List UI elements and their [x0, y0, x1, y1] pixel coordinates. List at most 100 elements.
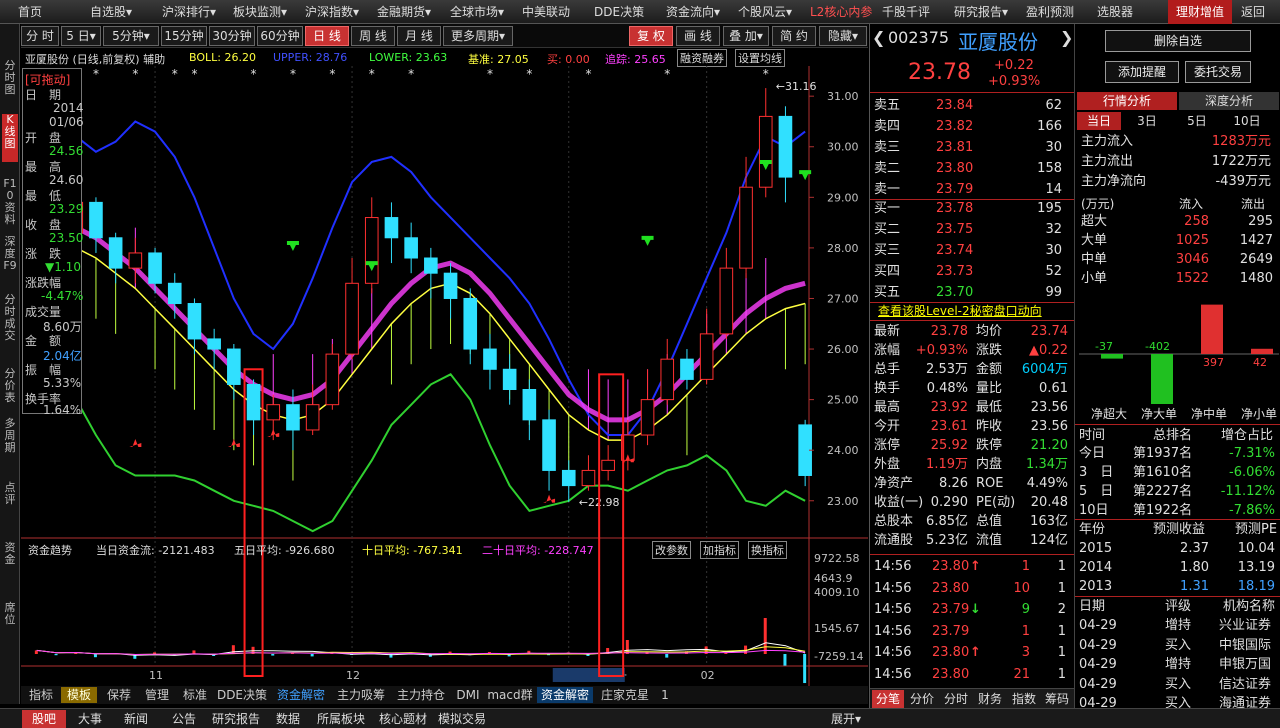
- period-5min[interactable]: 5分钟▾: [103, 26, 159, 46]
- menu-watchlist[interactable]: 自选股▾: [90, 0, 132, 24]
- tab-today[interactable]: 当日: [1077, 112, 1121, 130]
- menu-screener[interactable]: 选股器: [1097, 0, 1133, 24]
- tab-comment[interactable]: 点评: [2, 482, 18, 510]
- menu-stock-review[interactable]: 千股千评: [882, 0, 930, 24]
- nav-sector[interactable]: 所属板块: [312, 710, 370, 728]
- overlay-button[interactable]: 叠 加▾: [723, 26, 769, 46]
- star-marker-icon: *: [526, 67, 532, 81]
- tab-seats[interactable]: 席位: [2, 602, 18, 630]
- period-15min[interactable]: 15分钟: [161, 26, 207, 46]
- ind-tab-dealer[interactable]: 庄家克星: [597, 687, 653, 703]
- tab-index[interactable]: 指数: [1008, 690, 1040, 708]
- period-weekly[interactable]: 周 线: [351, 26, 395, 46]
- tab-3day[interactable]: 3日: [1125, 112, 1169, 130]
- ind-tab-holding[interactable]: 主力持仓: [393, 687, 449, 703]
- nav-research[interactable]: 研究报告: [208, 710, 264, 728]
- tab-price-split[interactable]: 分价: [906, 690, 938, 708]
- tab-5day[interactable]: 5日: [1175, 112, 1219, 130]
- next-stock-icon[interactable]: ❯: [1060, 28, 1073, 47]
- kline-chart[interactable]: 31.00 30.00 29.00 28.00 27.00 26.00 25.00 24.00…: [21, 66, 868, 686]
- nav-core-theme[interactable]: 核心题材: [374, 710, 432, 728]
- menu-l2-core[interactable]: L2核心内参: [810, 0, 872, 24]
- level2-link[interactable]: 查看该股Level-2秘密盘口动向: [878, 302, 1042, 319]
- period-monthly[interactable]: 月 线: [397, 26, 441, 46]
- ind-tab-absorb[interactable]: 主力吸筹: [333, 687, 389, 703]
- period-5day[interactable]: 5 日▾: [61, 26, 101, 46]
- expand-button[interactable]: 展开▾: [824, 710, 868, 728]
- ind-tab-capital-decode[interactable]: 资金解密: [273, 687, 329, 703]
- ind-tab-capital-decode-2[interactable]: 资金解密: [537, 687, 593, 703]
- change-param-button[interactable]: 改参数: [652, 541, 691, 559]
- nav-data[interactable]: 数据: [270, 710, 306, 728]
- add-indicator-button[interactable]: 加指标: [700, 541, 739, 559]
- tab-market-analysis[interactable]: 行情分析: [1077, 92, 1177, 110]
- tab-chips[interactable]: 筹码: [1042, 690, 1072, 708]
- ind-tab-dmi[interactable]: DMI: [453, 687, 483, 703]
- tab-f10[interactable]: F10资料: [2, 178, 18, 228]
- ind-tab-template[interactable]: 模板: [61, 687, 97, 703]
- menu-wealth[interactable]: 理财增值: [1168, 0, 1232, 24]
- trade-order-button[interactable]: 委托交易: [1185, 61, 1251, 83]
- candle-body: [581, 469, 596, 487]
- nav-events[interactable]: 大事: [70, 710, 110, 728]
- ind-tab-manage[interactable]: 管理: [139, 687, 175, 703]
- period-30min[interactable]: 30分钟: [209, 26, 255, 46]
- nav-sim-trade[interactable]: 模拟交易: [434, 710, 490, 728]
- menu-futures[interactable]: 金融期货▾: [377, 0, 431, 24]
- tab-depth-f9[interactable]: 深度F9: [2, 236, 18, 280]
- ind-tab-indicator[interactable]: 指标: [23, 687, 59, 703]
- period-daily[interactable]: 日 线: [305, 26, 349, 46]
- candle-body: [660, 358, 675, 401]
- menu-research[interactable]: 研究报告▾: [954, 0, 1008, 24]
- nav-announcements[interactable]: 公告: [164, 710, 204, 728]
- margin-trading-button[interactable]: 融资融券: [677, 49, 727, 67]
- tab-depth-analysis[interactable]: 深度分析: [1179, 92, 1279, 110]
- menu-china-us[interactable]: 中美联动: [522, 0, 570, 24]
- menu-ranking[interactable]: 沪深排行▾: [162, 0, 216, 24]
- ind-tab-1[interactable]: 1: [657, 687, 673, 703]
- menu-sector-monitor[interactable]: 板块监测▾: [233, 0, 287, 24]
- candle-body: [640, 399, 655, 436]
- menu-dde[interactable]: DDE决策: [594, 0, 644, 24]
- adjust-button[interactable]: 复 权: [629, 26, 673, 46]
- set-ma-button[interactable]: 设置均线: [735, 49, 785, 67]
- period-more[interactable]: 更多周期▾: [443, 26, 513, 46]
- period-60min[interactable]: 60分钟: [257, 26, 303, 46]
- menu-forecast[interactable]: 盈利预测: [1026, 0, 1074, 24]
- menu-home[interactable]: 首页: [18, 0, 42, 24]
- draw-button[interactable]: 画 线: [676, 26, 720, 46]
- flow-bar: [763, 618, 767, 654]
- tab-kline[interactable]: K线图: [2, 114, 18, 162]
- remove-watchlist-button[interactable]: 删除自选: [1105, 30, 1251, 52]
- tab-ticks[interactable]: 分笔: [872, 690, 904, 708]
- tab-intraday[interactable]: 分时: [940, 690, 972, 708]
- menu-fund-flow[interactable]: 资金流向▾: [666, 0, 720, 24]
- switch-indicator-button[interactable]: 换指标: [748, 541, 787, 559]
- menu-back[interactable]: 返回: [1241, 0, 1265, 24]
- tab-price-table[interactable]: 分价表: [2, 368, 18, 408]
- ind-tab-macd[interactable]: macd群: [485, 687, 535, 703]
- tab-finance[interactable]: 财务: [974, 690, 1006, 708]
- tab-10day[interactable]: 10日: [1225, 112, 1269, 130]
- menu-stock-news[interactable]: 个股风云▾: [738, 0, 792, 24]
- nav-forum[interactable]: 股吧: [22, 710, 66, 728]
- hide-button[interactable]: 隐藏▾: [819, 26, 867, 46]
- period-timeshare[interactable]: 分 时: [21, 26, 59, 46]
- prev-stock-icon[interactable]: ❮: [872, 28, 885, 47]
- add-alert-button[interactable]: 添加提醒: [1105, 61, 1179, 83]
- simple-button[interactable]: 简 约: [772, 26, 816, 46]
- tab-capital[interactable]: 资金: [2, 542, 18, 570]
- menu-global[interactable]: 全球市场▾: [450, 0, 504, 24]
- tab-timeshare[interactable]: 分时图: [2, 60, 18, 98]
- tab-time-trades[interactable]: 分时成交: [2, 294, 18, 344]
- ind-tab-standard[interactable]: 标准: [177, 687, 213, 703]
- tab-multi-period[interactable]: 多周期: [2, 418, 18, 458]
- candle-body: [778, 115, 793, 178]
- flow-axis-label: 4009.10: [814, 586, 860, 599]
- menu-index[interactable]: 沪深指数▾: [305, 0, 359, 24]
- ind-tab-sponsor[interactable]: 保荐: [101, 687, 137, 703]
- candle-info-panel[interactable]: [可拖动] 日 期 2014 01/06 开 盘 24.56 最 高 24.60…: [22, 68, 84, 417]
- ind-tab-dde[interactable]: DDE决策: [215, 687, 269, 703]
- nav-news[interactable]: 新闻: [116, 710, 156, 728]
- flow-head-in: 流入: [1179, 197, 1204, 211]
